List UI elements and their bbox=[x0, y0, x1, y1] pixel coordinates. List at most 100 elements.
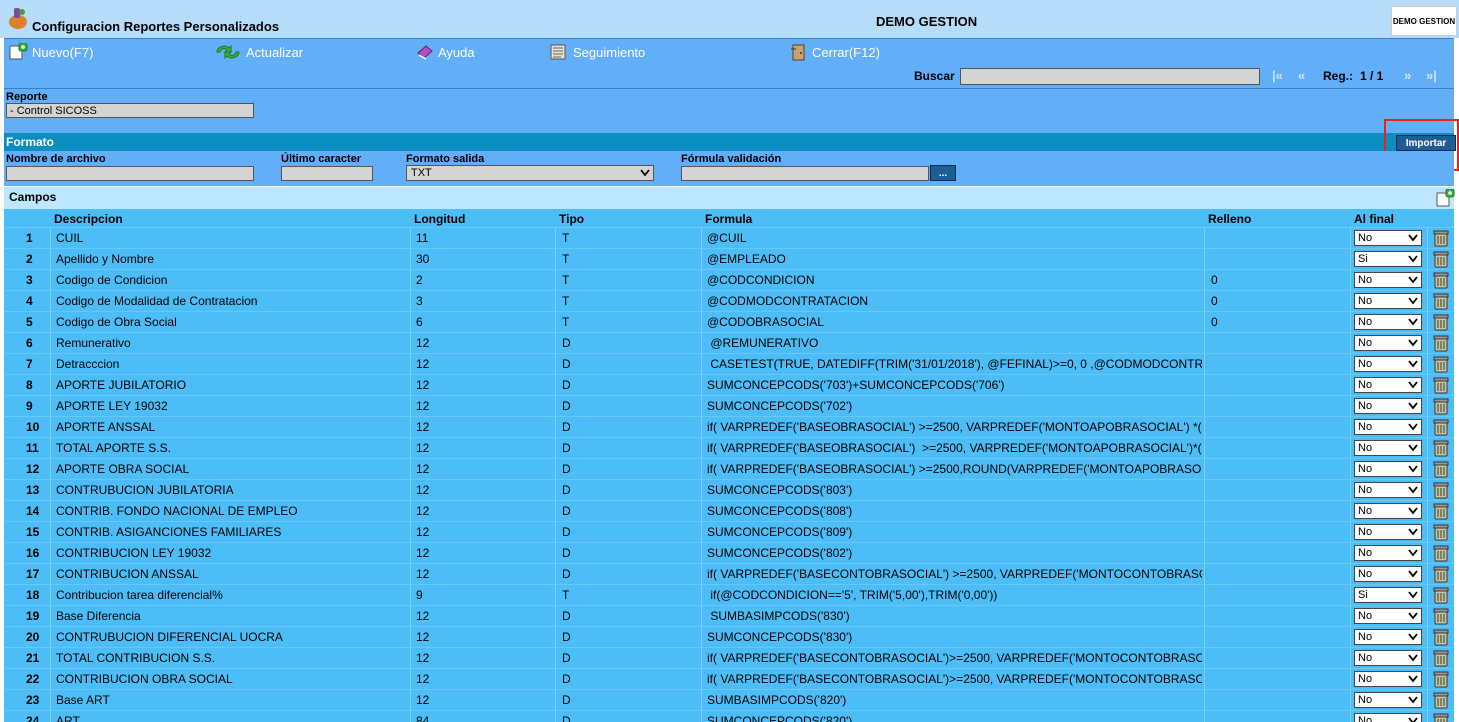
delete-row-button[interactable] bbox=[1433, 607, 1449, 628]
prev-record-button[interactable]: « bbox=[1298, 68, 1305, 83]
formula-cell[interactable]: SUMCONCEPCODS('808') bbox=[707, 504, 1202, 518]
descripcion-cell[interactable]: APORTE JUBILATORIO bbox=[56, 378, 406, 392]
longitud-cell[interactable]: 12 bbox=[416, 630, 551, 644]
tipo-cell[interactable]: D bbox=[562, 357, 697, 371]
al-final-select[interactable]: No bbox=[1354, 419, 1422, 435]
table-row[interactable]: 6 Remunerativo 12 D @REMUNERATIVO No bbox=[4, 332, 1454, 353]
longitud-cell[interactable]: 12 bbox=[416, 462, 551, 476]
reporte-field[interactable]: - Control SICOSS bbox=[6, 103, 254, 118]
delete-row-button[interactable] bbox=[1433, 670, 1449, 691]
longitud-cell[interactable]: 12 bbox=[416, 441, 551, 455]
formula-cell[interactable]: CASETEST(TRUE, DATEDIFF(TRIM('31/01/2018… bbox=[707, 357, 1202, 371]
tipo-cell[interactable]: D bbox=[562, 630, 697, 644]
longitud-cell[interactable]: 12 bbox=[416, 420, 551, 434]
longitud-cell[interactable]: 12 bbox=[416, 651, 551, 665]
longitud-cell[interactable]: 12 bbox=[416, 567, 551, 581]
descripcion-cell[interactable]: APORTE ANSSAL bbox=[56, 420, 406, 434]
search-input[interactable] bbox=[960, 68, 1260, 85]
longitud-cell[interactable]: 84 bbox=[416, 714, 551, 722]
delete-row-button[interactable] bbox=[1433, 397, 1449, 418]
al-final-select[interactable]: No bbox=[1354, 650, 1422, 666]
add-field-icon[interactable] bbox=[1435, 189, 1455, 207]
tipo-cell[interactable]: D bbox=[562, 399, 697, 413]
al-final-select[interactable]: No bbox=[1354, 335, 1422, 351]
table-row[interactable]: 14 CONTRIB. FONDO NACIONAL DE EMPLEO 12 D S… bbox=[4, 500, 1454, 521]
table-row[interactable]: 24 ART 84 D SUMCONCEPCODS('820') No bbox=[4, 710, 1454, 722]
formula-cell[interactable]: SUMCONCEPCODS('702') bbox=[707, 399, 1202, 413]
delete-row-button[interactable] bbox=[1433, 355, 1449, 376]
tipo-cell[interactable]: D bbox=[562, 567, 697, 581]
tipo-cell[interactable]: T bbox=[562, 273, 697, 287]
delete-row-button[interactable] bbox=[1433, 649, 1449, 670]
longitud-cell[interactable]: 12 bbox=[416, 609, 551, 623]
formula-cell[interactable]: if( VARPREDEF('BASECONTOBRASOCIAL') >=25… bbox=[707, 567, 1202, 581]
descripcion-cell[interactable]: Apellido y Nombre bbox=[56, 252, 406, 266]
tipo-cell[interactable]: D bbox=[562, 420, 697, 434]
tipo-cell[interactable]: T bbox=[562, 315, 697, 329]
delete-row-button[interactable] bbox=[1433, 229, 1449, 250]
formula-validacion-field[interactable] bbox=[681, 166, 929, 181]
descripcion-cell[interactable]: TOTAL CONTRIBUCION S.S. bbox=[56, 651, 406, 665]
longitud-cell[interactable]: 6 bbox=[416, 315, 551, 329]
al-final-select[interactable]: No bbox=[1354, 629, 1422, 645]
descripcion-cell[interactable]: Detracccion bbox=[56, 357, 406, 371]
formula-cell[interactable]: SUMCONCEPCODS('830') bbox=[707, 630, 1202, 644]
descripcion-cell[interactable]: Base Diferencia bbox=[56, 609, 406, 623]
delete-row-button[interactable] bbox=[1433, 544, 1449, 565]
al-final-select[interactable]: Si bbox=[1354, 251, 1422, 267]
descripcion-cell[interactable]: Codigo de Obra Social bbox=[56, 315, 406, 329]
descripcion-cell[interactable]: TOTAL APORTE S.S. bbox=[56, 441, 406, 455]
descripcion-cell[interactable]: ART bbox=[56, 714, 406, 722]
al-final-select[interactable]: No bbox=[1354, 314, 1422, 330]
delete-row-button[interactable] bbox=[1433, 292, 1449, 313]
tipo-cell[interactable]: D bbox=[562, 609, 697, 623]
table-row[interactable]: 2 Apellido y Nombre 30 T @EMPLEADO Si bbox=[4, 248, 1454, 269]
tipo-cell[interactable]: D bbox=[562, 693, 697, 707]
al-final-select[interactable]: No bbox=[1354, 398, 1422, 414]
formula-cell[interactable]: @CODMODCONTRATACION bbox=[707, 294, 1202, 308]
descripcion-cell[interactable]: Contribucion tarea diferencial% bbox=[56, 588, 406, 602]
tipo-cell[interactable]: D bbox=[562, 441, 697, 455]
delete-row-button[interactable] bbox=[1433, 271, 1449, 292]
delete-row-button[interactable] bbox=[1433, 502, 1449, 523]
delete-row-button[interactable] bbox=[1433, 460, 1449, 481]
tipo-cell[interactable]: D bbox=[562, 483, 697, 497]
descripcion-cell[interactable]: CONTRIBUCION ANSSAL bbox=[56, 567, 406, 581]
formula-cell[interactable]: if( VARPREDEF('BASECONTOBRASOCIAL')>=250… bbox=[707, 651, 1202, 665]
table-row[interactable]: 19 Base Diferencia 12 D SUMBASIMPCODS('830'… bbox=[4, 605, 1454, 626]
descripcion-cell[interactable]: APORTE OBRA SOCIAL bbox=[56, 462, 406, 476]
al-final-select[interactable]: No bbox=[1354, 524, 1422, 540]
delete-row-button[interactable] bbox=[1433, 565, 1449, 586]
formula-cell[interactable]: SUMCONCEPCODS('809') bbox=[707, 525, 1202, 539]
longitud-cell[interactable]: 12 bbox=[416, 357, 551, 371]
formula-cell[interactable]: @CUIL bbox=[707, 231, 1202, 245]
formula-cell[interactable]: if(@CODCONDICION=='5', TRIM('5,00'),TRIM… bbox=[707, 588, 1202, 602]
cerrar-button[interactable]: Cerrar(F12) bbox=[790, 43, 880, 61]
delete-row-button[interactable] bbox=[1433, 481, 1449, 502]
longitud-cell[interactable]: 12 bbox=[416, 693, 551, 707]
descripcion-cell[interactable]: Codigo de Condicion bbox=[56, 273, 406, 287]
descripcion-cell[interactable]: CONTRIB. ASIGANCIONES FAMILIARES bbox=[56, 525, 406, 539]
longitud-cell[interactable]: 12 bbox=[416, 483, 551, 497]
table-row[interactable]: 16 CONTRIBUCION LEY 19032 12 D SUMCONCEPCODS… bbox=[4, 542, 1454, 563]
tipo-cell[interactable]: T bbox=[562, 294, 697, 308]
al-final-select[interactable]: No bbox=[1354, 377, 1422, 393]
tipo-cell[interactable]: D bbox=[562, 714, 697, 722]
relleno-cell[interactable]: 0 bbox=[1211, 315, 1346, 329]
actualizar-button[interactable]: Actualizar bbox=[214, 43, 303, 61]
seguimiento-button[interactable]: Seguimiento bbox=[549, 43, 645, 61]
tipo-cell[interactable]: D bbox=[562, 336, 697, 350]
nombre-archivo-field[interactable] bbox=[6, 166, 254, 181]
descripcion-cell[interactable]: CONTRUBUCION DIFERENCIAL UOCRA bbox=[56, 630, 406, 644]
al-final-select[interactable]: No bbox=[1354, 692, 1422, 708]
table-row[interactable]: 15 CONTRIB. ASIGANCIONES FAMILIARES 12 D SUM… bbox=[4, 521, 1454, 542]
delete-row-button[interactable] bbox=[1433, 376, 1449, 397]
delete-row-button[interactable] bbox=[1433, 712, 1449, 722]
longitud-cell[interactable]: 11 bbox=[416, 231, 551, 245]
descripcion-cell[interactable]: CONTRIBUCION LEY 19032 bbox=[56, 546, 406, 560]
tipo-cell[interactable]: D bbox=[562, 504, 697, 518]
al-final-select[interactable]: Si bbox=[1354, 587, 1422, 603]
al-final-select[interactable]: No bbox=[1354, 293, 1422, 309]
longitud-cell[interactable]: 9 bbox=[416, 588, 551, 602]
table-row[interactable]: 20 CONTRUBUCION DIFERENCIAL UOCRA 12 D SUMCO… bbox=[4, 626, 1454, 647]
